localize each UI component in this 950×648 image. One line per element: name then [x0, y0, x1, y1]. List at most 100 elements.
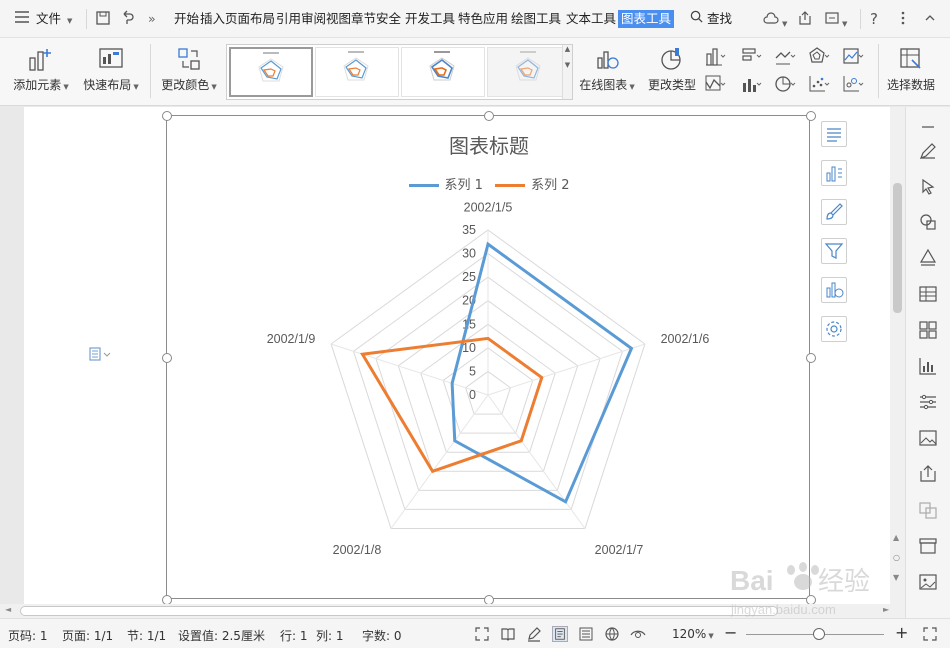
archive-icon[interactable] — [918, 536, 938, 556]
search-button[interactable]: 查找 — [690, 10, 732, 28]
undo-icon[interactable] — [120, 10, 136, 28]
resize-handle-right[interactable] — [806, 353, 816, 363]
bar-chart-icon[interactable] — [740, 46, 762, 68]
scroll-right-icon[interactable]: ► — [883, 605, 889, 614]
collaboration-icon[interactable]: ▼ — [824, 10, 847, 28]
help-icon[interactable]: ? — [870, 10, 878, 28]
horizontal-scroll-thumb[interactable] — [20, 606, 778, 616]
tab-page-layout[interactable]: 页面布局 — [225, 10, 275, 28]
tab-start[interactable]: 开始 — [174, 10, 199, 28]
more-tabs-icon[interactable]: » — [148, 10, 156, 28]
pen-icon[interactable] — [918, 141, 938, 161]
zoom-slider-thumb[interactable] — [813, 628, 825, 640]
cloud-sync-icon[interactable]: ▼ — [762, 10, 787, 28]
resize-handle-top-right[interactable] — [806, 111, 816, 121]
file-menu[interactable]: 文件 ▼ — [36, 10, 72, 28]
chart-style-4[interactable] — [487, 47, 571, 97]
chart-style-2[interactable] — [315, 47, 399, 97]
chart-elements-button[interactable] — [821, 121, 847, 147]
tab-chapter[interactable]: 章节 — [351, 10, 376, 28]
table-icon[interactable] — [918, 284, 938, 304]
scroll-dot-icon[interactable]: ○ — [893, 553, 900, 562]
radar-chart-icon[interactable] — [808, 46, 830, 68]
status-col[interactable]: 列: 1 — [316, 627, 344, 644]
bubble-chart-icon[interactable] — [842, 74, 864, 96]
add-element-button[interactable]: 添加元素 ▼ — [10, 46, 72, 93]
web-view-icon[interactable] — [604, 626, 620, 642]
outline-view-icon[interactable] — [578, 626, 594, 642]
tab-chart-tools[interactable]: 图表工具 — [618, 10, 675, 28]
tab-developer[interactable]: 开发工具 — [405, 10, 455, 28]
resize-handle-left[interactable] — [162, 353, 172, 363]
tab-special[interactable]: 特色应用 — [458, 10, 508, 28]
chart-icon[interactable] — [918, 356, 938, 376]
tab-drawing-tools[interactable]: 绘图工具 — [511, 10, 561, 28]
scroll-up-icon[interactable]: ▲ — [893, 533, 899, 542]
zoom-in-button[interactable]: + — [895, 623, 908, 642]
status-section[interactable]: 节: 1/1 — [127, 627, 166, 644]
column-chart-icon[interactable] — [704, 46, 726, 68]
sliders-icon[interactable] — [918, 392, 938, 412]
status-setting[interactable]: 设置值: 2.5厘米 — [178, 627, 265, 644]
fullscreen-icon[interactable] — [474, 626, 490, 642]
collapse-ribbon-icon[interactable] — [924, 10, 936, 28]
tab-view[interactable]: 视图 — [326, 10, 351, 28]
resize-handle-top[interactable] — [484, 111, 494, 121]
hamburger-menu-icon[interactable] — [14, 10, 30, 28]
fit-window-icon[interactable] — [922, 626, 938, 642]
export-icon[interactable] — [918, 464, 938, 484]
tab-security[interactable]: 安全 — [376, 10, 401, 28]
chart-style-3[interactable] — [401, 47, 485, 97]
select-data-button[interactable]: 选择数据 — [884, 46, 938, 93]
pie-chart-icon[interactable] — [774, 74, 796, 96]
translate-icon[interactable] — [918, 500, 938, 520]
read-mode-icon[interactable] — [500, 626, 516, 642]
stock-chart-icon[interactable] — [704, 74, 726, 96]
grid-icon[interactable] — [918, 320, 938, 340]
change-type-button[interactable]: 更改类型 — [646, 46, 698, 93]
chart-filter-button[interactable] — [821, 238, 847, 264]
share-icon[interactable] — [797, 10, 813, 28]
scroll-down-icon[interactable]: ▼ — [893, 573, 899, 582]
zoom-dropdown[interactable]: 120% ▼ — [672, 627, 714, 641]
document-page[interactable]: 图表标题 系列 1 系列 2 0 5 10 15 20 25 30 35 2002/1/5 200… — [24, 107, 890, 605]
tab-insert[interactable]: 插入 — [200, 10, 225, 28]
status-page[interactable]: 页码: 1 — [8, 627, 48, 644]
chart-layout-button[interactable] — [821, 160, 847, 186]
quick-layout-button[interactable]: 快速布局 ▼ — [80, 46, 142, 93]
collapse-panel-icon[interactable] — [918, 121, 938, 141]
online-chart-button[interactable]: 在线图表 ▼ — [576, 46, 638, 93]
resize-handle-top-left[interactable] — [162, 111, 172, 121]
status-chars[interactable]: 字数: 0 — [362, 627, 402, 644]
picture-icon[interactable] — [918, 572, 938, 592]
zoom-out-button[interactable]: − — [724, 623, 737, 642]
layers-icon[interactable] — [918, 248, 938, 268]
area-chart-icon[interactable] — [842, 46, 864, 68]
radar-chart[interactable]: 051015202530352002/1/52002/1/62002/1/720… — [167, 116, 811, 600]
save-icon[interactable] — [95, 10, 111, 28]
line-chart-icon[interactable] — [774, 46, 796, 68]
status-pages[interactable]: 页面: 1/1 — [62, 627, 113, 644]
vertical-scrollbar[interactable]: ▲ ○ ▼ — [890, 107, 905, 604]
scroll-left-icon[interactable]: ◄ — [5, 605, 11, 614]
image-icon[interactable] — [918, 428, 938, 448]
online-chart-side-button[interactable] — [821, 277, 847, 303]
tab-review[interactable]: 审阅 — [301, 10, 326, 28]
paragraph-format-icon[interactable] — [89, 347, 111, 364]
change-color-button[interactable]: 更改颜色 ▼ — [158, 46, 220, 93]
edit-pen-icon[interactable] — [526, 626, 542, 642]
vertical-scroll-thumb[interactable] — [893, 183, 902, 313]
chart-style-1[interactable] — [229, 47, 313, 97]
gallery-scroll[interactable]: ▲ ▼ — [562, 45, 572, 99]
more-options-icon[interactable] — [896, 10, 910, 28]
eye-protection-icon[interactable] — [630, 626, 646, 642]
chart-settings-button[interactable] — [821, 316, 847, 342]
status-row[interactable]: 行: 1 — [280, 627, 308, 644]
chart-frame[interactable]: 图表标题 系列 1 系列 2 0 5 10 15 20 25 30 35 2002/1/5 200… — [162, 111, 816, 605]
tab-text-tools[interactable]: 文本工具 — [566, 10, 616, 28]
combo-chart-icon[interactable] — [740, 74, 762, 96]
scatter-chart-icon[interactable] — [808, 74, 830, 96]
tab-references[interactable]: 引用 — [276, 10, 301, 28]
chart-style-button[interactable] — [821, 199, 847, 225]
shapes-icon[interactable] — [918, 212, 938, 232]
